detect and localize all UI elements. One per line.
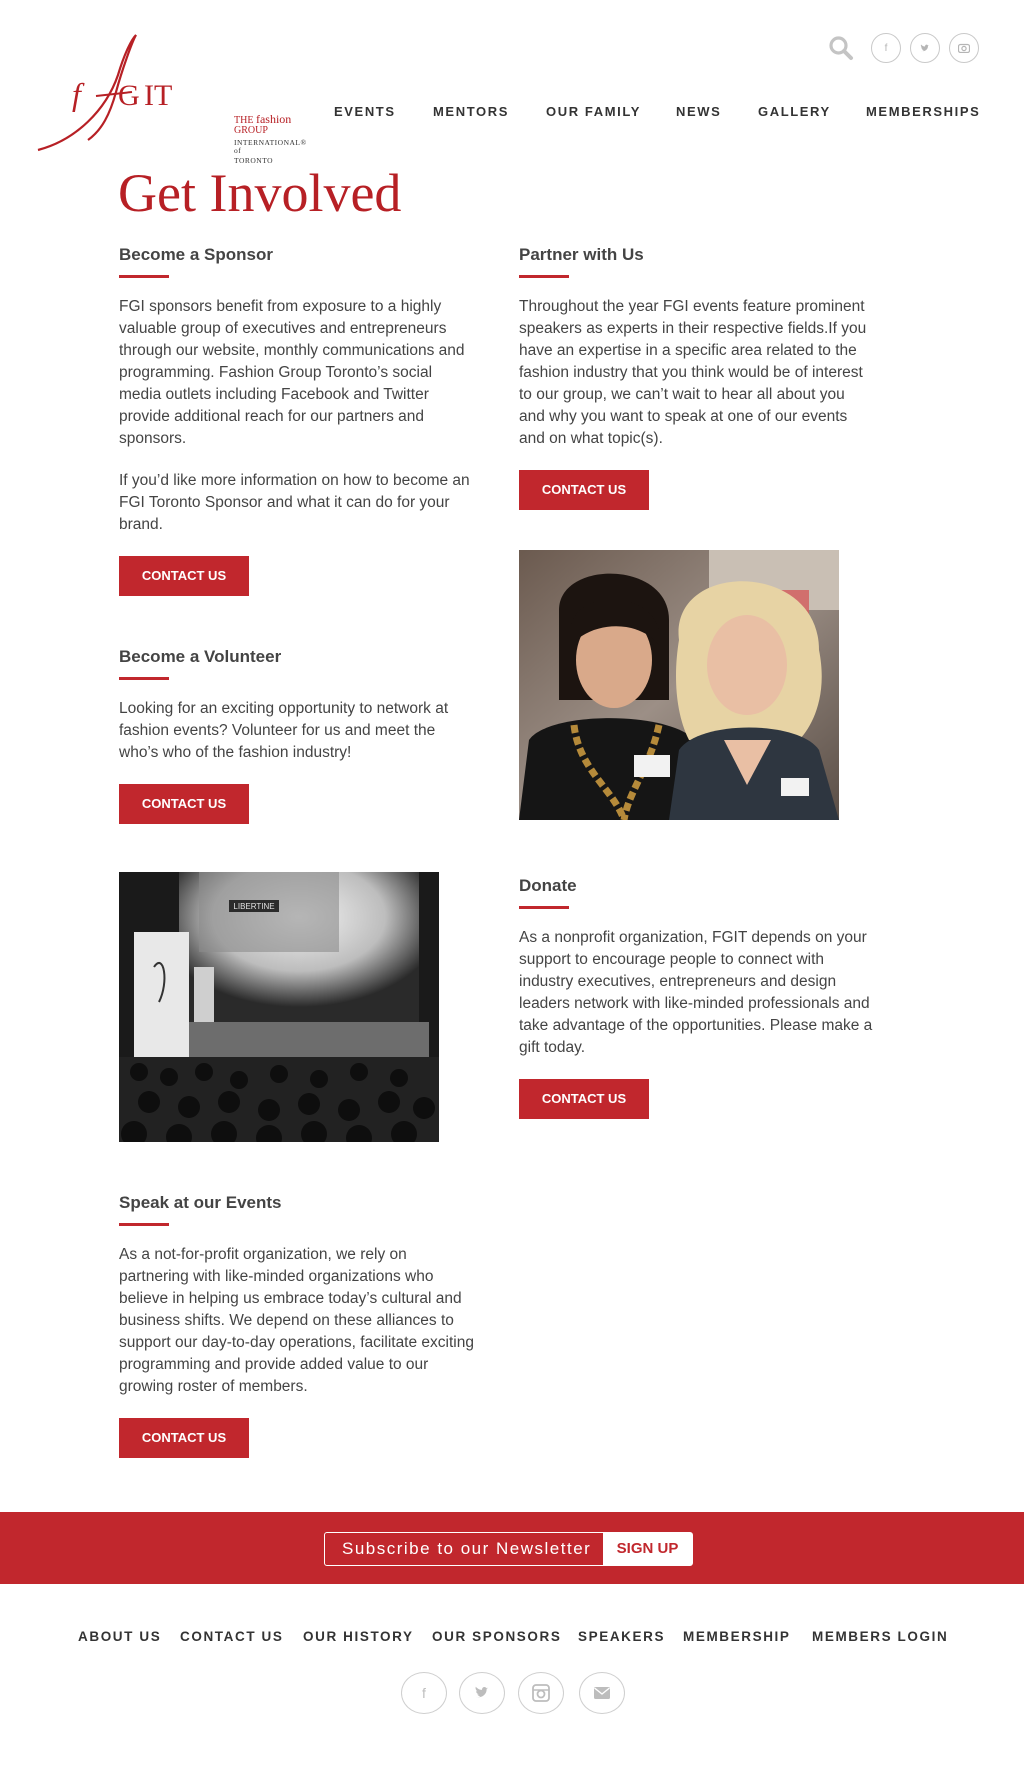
speak-paragraph: As a not-for-profit organization, we rel… bbox=[119, 1246, 474, 1396]
twitter-icon[interactable] bbox=[910, 33, 940, 63]
newsletter-signup-button[interactable]: SIGN UP bbox=[603, 1533, 692, 1565]
partner-heading: Partner with Us bbox=[519, 245, 644, 264]
fgi-toronto-logo[interactable]: f G I T THE fashion GROUP INTERNATIONAL®… bbox=[36, 30, 306, 164]
newsletter-bar: Subscribe to our Newsletter SIGN UP bbox=[0, 1512, 1024, 1584]
sponsor-section: Become a Sponsor FGI sponsors benefit fr… bbox=[119, 245, 474, 597]
speak-heading: Speak at our Events bbox=[119, 1193, 282, 1212]
footer-members-login[interactable]: MEMBERS LOGIN bbox=[812, 1629, 948, 1644]
volunteer-contact-button[interactable]: CONTACT US bbox=[119, 784, 249, 825]
instagram-icon[interactable] bbox=[518, 1672, 564, 1714]
sponsor-paragraph-2: If you’d like more information on how to… bbox=[119, 472, 470, 534]
nav-our-family[interactable]: OUR FAMILY bbox=[546, 104, 641, 119]
logo-line2: INTERNATIONAL® of bbox=[234, 138, 307, 155]
instagram-icon[interactable] bbox=[949, 33, 979, 63]
facebook-icon[interactable]: f bbox=[401, 1672, 447, 1714]
heading-underline bbox=[519, 906, 569, 910]
nav-news[interactable]: NEWS bbox=[676, 104, 721, 119]
email-icon[interactable] bbox=[579, 1672, 625, 1714]
partner-contact-button[interactable]: CONTACT US bbox=[519, 470, 649, 511]
nav-mentors[interactable]: MENTORS bbox=[433, 104, 509, 119]
event-banner-text: LIBERTINE bbox=[233, 902, 274, 911]
heading-underline bbox=[119, 1223, 169, 1227]
search-icon[interactable] bbox=[828, 35, 854, 61]
heading-underline bbox=[519, 275, 569, 279]
footer-contact-us[interactable]: CONTACT US bbox=[180, 1629, 284, 1644]
sponsor-heading: Become a Sponsor bbox=[119, 245, 273, 264]
speak-section: Speak at our Events As a not-for-profit … bbox=[119, 1193, 474, 1459]
volunteer-paragraph: Looking for an exciting opportunity to n… bbox=[119, 700, 449, 762]
photo-event-stage: LIBERTINE bbox=[119, 872, 439, 1142]
sponsor-contact-button[interactable]: CONTACT US bbox=[119, 556, 249, 597]
partner-section: Partner with Us Throughout the year FGI … bbox=[519, 245, 874, 511]
nav-gallery[interactable]: GALLERY bbox=[758, 104, 831, 119]
page-title: Get Involved bbox=[118, 163, 402, 223]
facebook-icon[interactable]: f bbox=[871, 33, 901, 63]
newsletter-email-input[interactable]: Subscribe to our Newsletter bbox=[325, 1533, 603, 1565]
partner-paragraph: Throughout the year FGI events feature p… bbox=[519, 298, 867, 448]
newsletter-form: Subscribe to our Newsletter SIGN UP bbox=[324, 1532, 693, 1566]
donate-paragraph: As a nonprofit organization, FGIT depend… bbox=[519, 929, 873, 1057]
footer-speakers[interactable]: SPEAKERS bbox=[578, 1629, 665, 1644]
photo-two-women bbox=[519, 550, 839, 820]
speak-contact-button[interactable]: CONTACT US bbox=[119, 1418, 249, 1459]
volunteer-heading: Become a Volunteer bbox=[119, 647, 282, 666]
nav-events[interactable]: EVENTS bbox=[334, 104, 396, 119]
heading-underline bbox=[119, 275, 169, 279]
donate-section: Donate As a nonprofit organization, FGIT… bbox=[519, 876, 874, 1120]
main-nav: EVENTS MENTORS OUR FAMILY NEWS GALLERY M… bbox=[0, 104, 1024, 124]
footer-our-history[interactable]: OUR HISTORY bbox=[303, 1629, 414, 1644]
logo-line1-suffix: GROUP bbox=[234, 125, 268, 136]
nav-memberships[interactable]: MEMBERSHIPS bbox=[866, 104, 980, 119]
sponsor-paragraph-1: FGI sponsors benefit from exposure to a … bbox=[119, 298, 465, 448]
footer-about-us[interactable]: ABOUT US bbox=[78, 1629, 161, 1644]
twitter-icon[interactable] bbox=[459, 1672, 505, 1714]
donate-heading: Donate bbox=[519, 876, 577, 895]
volunteer-section: Become a Volunteer Looking for an exciti… bbox=[119, 647, 474, 825]
footer-membership[interactable]: MEMBERSHIP bbox=[683, 1629, 791, 1644]
site-header: f G I T THE fashion GROUP INTERNATIONAL®… bbox=[0, 0, 1024, 164]
heading-underline bbox=[119, 677, 169, 681]
footer-our-sponsors[interactable]: OUR SPONSORS bbox=[432, 1629, 561, 1644]
donate-contact-button[interactable]: CONTACT US bbox=[519, 1079, 649, 1120]
